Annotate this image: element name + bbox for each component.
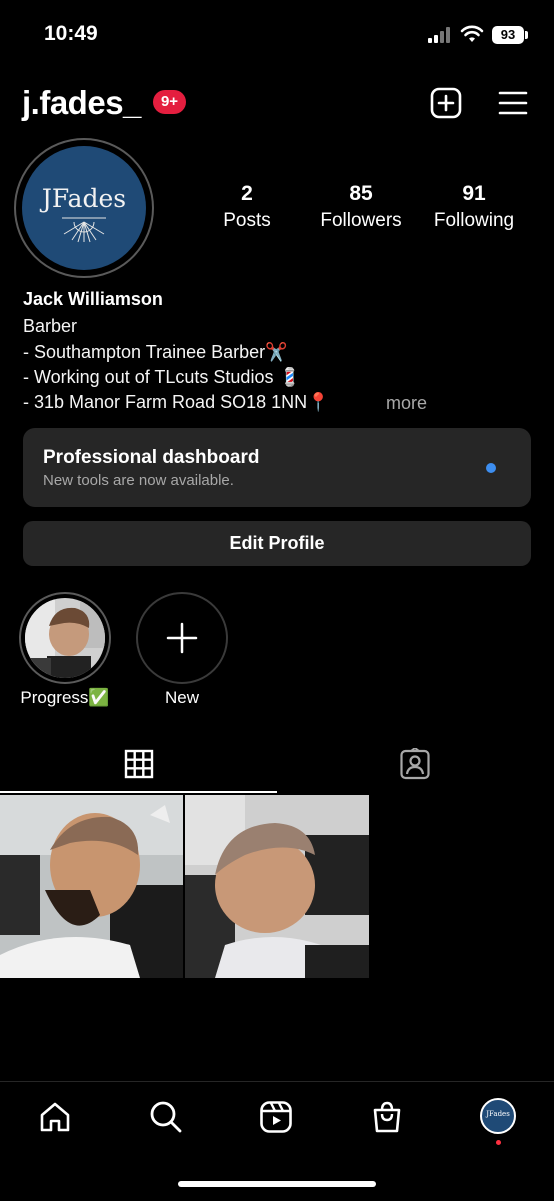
bio-more-link[interactable]: more — [386, 393, 427, 414]
profile-username[interactable]: j.fades_ — [22, 84, 141, 122]
sunburst-logo-icon — [62, 217, 106, 243]
highlight-progress-cover[interactable] — [25, 598, 105, 678]
dashboard-subtitle: New tools are now available. — [43, 472, 234, 489]
plus-icon[interactable] — [136, 592, 228, 684]
haircut-photo — [0, 795, 183, 978]
search-icon[interactable] — [149, 1100, 183, 1134]
stat-posts[interactable]: 2 Posts — [192, 182, 302, 232]
tab-tagged[interactable] — [277, 740, 554, 792]
avatar-logo-text: JFades — [41, 184, 127, 213]
dashboard-title: Professional dashboard — [43, 447, 260, 468]
status-time: 10:49 — [44, 22, 98, 45]
profile-tab-avatar[interactable]: JFades — [480, 1098, 516, 1134]
new-indicator-dot — [486, 463, 496, 473]
profile-full-name: Jack Williamson — [23, 289, 163, 309]
haircut-photo-thumbnail — [25, 598, 105, 678]
stat-label: Posts — [223, 210, 271, 231]
bio-line: - Southampton Trainee Barber✂️ — [23, 342, 288, 362]
active-tab-indicator — [0, 791, 277, 793]
grid-icon — [124, 749, 154, 779]
avatar-logo-text: JFades — [486, 1110, 510, 1118]
home-indicator[interactable] — [178, 1181, 376, 1187]
battery-tip — [525, 31, 528, 39]
post-thumbnail[interactable] — [185, 795, 369, 978]
wifi-icon — [460, 25, 484, 42]
bio-line: - 31b Manor Farm Road SO18 1NN📍 — [23, 392, 330, 412]
stat-label: Followers — [320, 210, 402, 231]
highlight-label: Progress✅ — [20, 688, 110, 707]
notification-badge[interactable]: 9+ — [153, 90, 186, 114]
highlight-label: New — [164, 688, 199, 707]
stat-followers[interactable]: 85 Followers — [306, 182, 416, 232]
bio-line: - Working out of TLcuts Studios 💈 — [23, 367, 301, 387]
battery-icon: 93 — [492, 26, 524, 44]
professional-dashboard-card[interactable]: Professional dashboard New tools are now… — [23, 428, 531, 507]
shop-icon[interactable] — [370, 1100, 404, 1134]
signal-icon — [428, 27, 454, 43]
stat-following[interactable]: 91 Following — [419, 182, 529, 232]
menu-icon[interactable] — [498, 89, 528, 117]
haircut-photo — [185, 795, 369, 978]
stat-label: Following — [433, 210, 515, 231]
stat-value: 91 — [462, 182, 486, 205]
post-thumbnail[interactable] — [0, 795, 183, 978]
reels-icon[interactable] — [259, 1100, 293, 1134]
stat-value: 85 — [349, 182, 373, 205]
create-post-icon[interactable] — [430, 87, 462, 119]
tab-posts-grid[interactable] — [0, 740, 277, 792]
notification-dot — [496, 1140, 501, 1145]
tagged-person-icon — [400, 748, 430, 780]
home-icon[interactable] — [38, 1100, 72, 1134]
profile-avatar[interactable]: JFades — [22, 146, 146, 270]
stat-value: 2 — [241, 182, 253, 205]
edit-profile-button[interactable]: Edit Profile — [23, 521, 531, 566]
profile-category: Barber — [23, 316, 78, 336]
